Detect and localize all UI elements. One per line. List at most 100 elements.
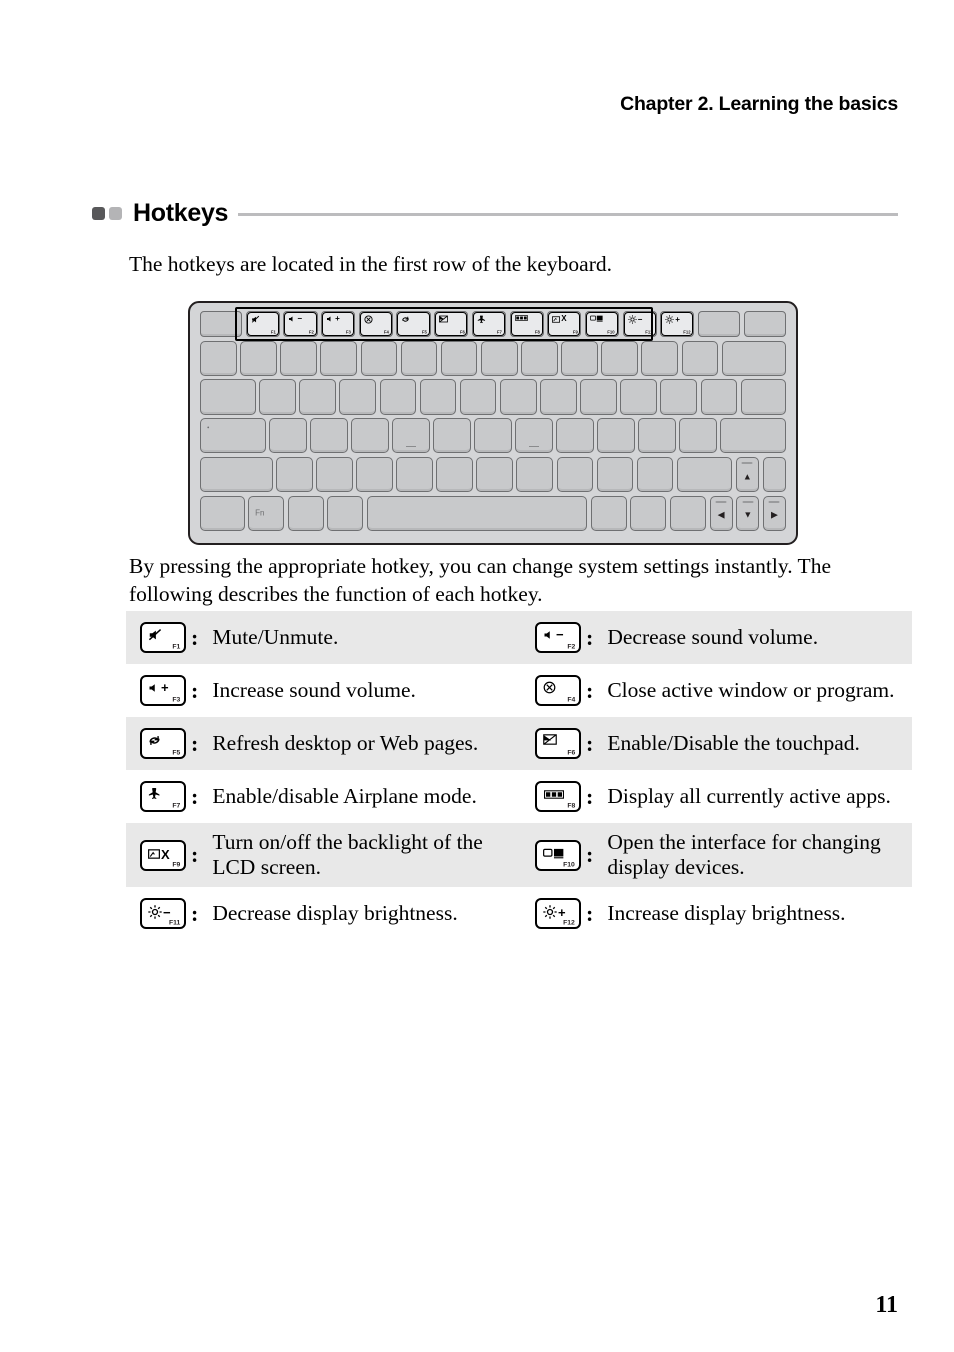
key-f7: F7 [471,311,507,337]
hotkey-entry-f3: + F3 : Increase sound volume. [126,664,519,717]
brightness-up-icon: + F12 [661,312,694,336]
volume-down-icon: − F2 [284,312,317,336]
key-o [580,379,617,415]
key-v [396,456,433,493]
table-row: F1 : Mute/Unmute. − F2 : Decrease sound … [126,611,912,664]
key-shift-left [200,456,273,493]
touchpad-off-icon: F6 [535,728,581,759]
arrow-up-icon: ▲ [742,471,752,482]
key-z [276,456,313,493]
brightness-down-icon: − F11 [140,898,186,929]
section-heading: Hotkeys [92,196,898,230]
key-backslash [740,379,786,415]
key-k [556,418,594,454]
key-alt-left [327,495,364,531]
arrow-left-tick [715,500,727,503]
key-f4: F4 [358,311,393,337]
table-row: + F3 : Increase sound volume. F4: Close… [126,664,912,717]
key-ctrl-right [669,495,707,531]
key-1 [240,340,277,376]
hotkey-entry-f5: F5 : Refresh desktop or Web pages. [126,717,519,770]
key-f2: − F2 [283,311,318,337]
key-delete [743,311,786,337]
key-f [392,418,430,454]
key-f8: F8 [509,311,544,337]
refresh-icon: F5 [140,728,186,759]
key-q [259,379,296,415]
touchpad-off-icon: F6 [435,312,468,336]
key-f6: F6 [434,311,469,337]
hotkey-entry-f2: − F2 : Decrease sound volume. [519,611,912,664]
airplane-icon: F7 [140,781,186,812]
fn-key-label: Fn [255,508,265,518]
volume-up-icon: + F3 [140,675,186,706]
key-menu [630,495,667,531]
key-t [419,379,457,415]
hotkey-entry-f6: F6 : Enable/Disable the touchpad. [519,717,912,770]
key-arrow-up: ▲ [735,456,760,493]
key-h [474,418,512,454]
key-2 [280,340,317,376]
key-f3: + F3 [321,311,356,337]
colon-separator: : [191,677,199,703]
key-a [269,418,307,454]
key-windows [287,495,324,531]
hotkey-reference-table: F1 : Mute/Unmute. − F2 : Decrease sound … [126,611,912,940]
colon-separator: : [586,730,594,756]
chapter-header: Chapter 2. Learning the basics [620,93,898,115]
hotkey-description: Display all currently active apps. [607,784,891,808]
bullet-square-light-icon [109,206,122,220]
key-fn: Fn [248,495,285,531]
key-insert [697,311,741,337]
hotkey-description: Decrease sound volume. [607,625,819,649]
key-alt-right [590,495,627,531]
heading-divider [238,212,898,216]
keyboard-illustration: F1 − F2 + F3 F4 F5 F6 F7 F8 X F9 F10 − F… [188,301,798,545]
table-row: − F11 : Decrease display brightness. + F… [126,887,912,940]
page-title: Hotkeys [133,198,229,227]
close-window-icon: F4 [535,675,581,706]
colon-separator: : [586,842,594,867]
brightness-up-icon: + F12 [535,898,581,929]
hotkey-entry-f7: F7 : Enable/disable Airplane mode. [126,770,519,823]
hotkey-entry-f4: F4 : Close active window or program. [519,664,912,717]
key-f12: + F12 [660,311,695,337]
hotkey-entry-f1: F1 : Mute/Unmute. [126,611,519,664]
key-d [351,418,389,454]
colon-separator: : [586,783,594,809]
colon-separator: : [191,842,199,867]
key-f-homing-bar [406,445,417,448]
intro-paragraph: The hotkeys are located in the first row… [129,252,612,276]
hotkey-entry-f12: + F12 : Increase display brightness. [519,887,912,940]
arrow-down-tick [742,500,754,503]
key-semicolon [638,418,676,454]
key-i [540,379,577,415]
arrow-right-tick [768,500,780,503]
keyboard-row-shift: ▲ [200,456,786,493]
key-8 [521,340,558,376]
key-9 [561,340,598,376]
key-m [516,456,554,493]
key-4 [360,340,398,376]
hotkey-entry-f8: F8 : Display all currently active apps. [519,770,912,823]
arrow-left-icon: ◀ [717,509,725,520]
hotkey-description: Refresh desktop or Web pages. [212,731,479,755]
airplane-icon: F7 [472,312,506,336]
table-row: F5 : Refresh desktop or Web pages. F6 : [126,717,912,770]
key-arrow-down: ▼ [736,495,760,531]
keyboard-row-function: F1 − F2 + F3 F4 F5 F6 F7 F8 X F9 F10 − F… [200,311,786,337]
key-comma [556,456,594,493]
key-e [339,379,377,415]
key-s [310,418,348,454]
key-6 [440,340,478,376]
key-c [356,456,393,493]
table-row: X F9 : Turn on/off the backlight of the … [126,823,912,887]
arrow-down-icon: ▼ [743,509,753,520]
key-y [459,379,497,415]
key-shift-right [676,456,733,493]
key-equals [681,340,719,376]
hotkey-description: Increase display brightness. [607,901,846,925]
brightness-down-icon: − F11 [623,312,656,336]
task-view-icon: F8 [510,312,543,336]
document-page: Chapter 2. Learning the basics Hotkeys T… [0,0,954,1352]
